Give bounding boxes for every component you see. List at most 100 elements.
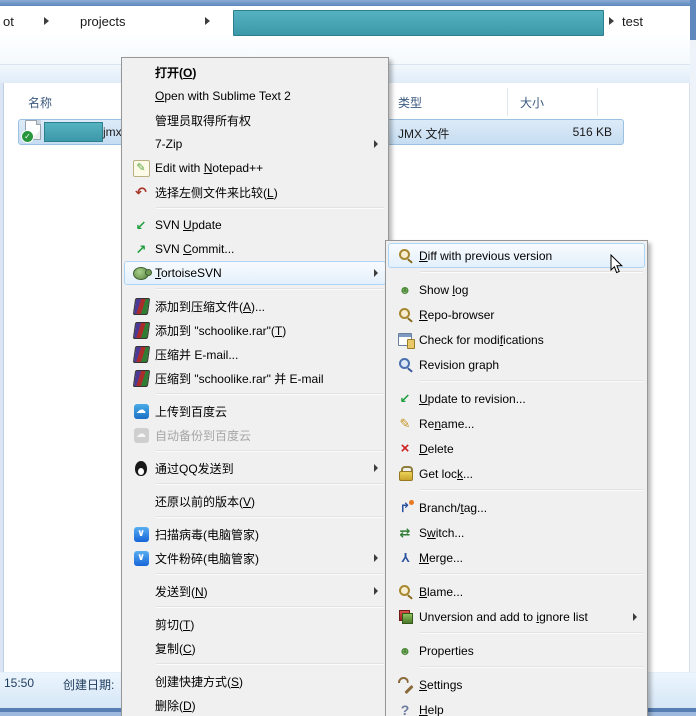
submenu-item-help[interactable]: ? Help: [388, 697, 645, 716]
submenu-item-branch-tag[interactable]: ↱ Branch/tag...: [388, 495, 645, 520]
menu-item-copy[interactable]: 复制(C): [124, 636, 386, 660]
menu-item-svn-commit[interactable]: ↗ SVN Commit...: [124, 237, 386, 261]
menu-item-label: 创建快捷方式(S): [155, 674, 244, 689]
submenu-item-settings[interactable]: Settings: [388, 672, 645, 697]
menu-item-label: Edit with Notepad++: [155, 161, 264, 175]
column-header-size[interactable]: 大小: [520, 94, 544, 111]
menu-item-7zip[interactable]: 7-Zip: [124, 132, 386, 156]
menu-separator: [420, 489, 643, 491]
submenu-item-unversion-and-ignore[interactable]: Unversion and add to ignore list: [388, 604, 645, 629]
merge-icon: Y: [400, 550, 410, 565]
address-bar[interactable]: ot projects test: [0, 6, 690, 36]
menu-item-upload-to-baidu-cloud[interactable]: ☁ 上传到百度云: [124, 399, 386, 423]
breadcrumb-arrow-icon[interactable]: [609, 17, 614, 25]
menu-item-compare-left[interactable]: ↶ 选择左侧文件来比较(L): [124, 180, 386, 204]
column-header-name[interactable]: 名称: [28, 94, 52, 111]
menu-item-tortoisesvn[interactable]: TortoiseSVN: [124, 261, 386, 285]
menu-item-label: Merge...: [419, 550, 464, 565]
menu-separator: [156, 606, 384, 608]
submenu-item-blame[interactable]: Blame...: [388, 579, 645, 604]
breadcrumb-root-partial[interactable]: ot: [3, 6, 14, 36]
submenu-item-merge[interactable]: Y Merge...: [388, 545, 645, 570]
submenu-item-properties[interactable]: ☻ Properties: [388, 638, 645, 663]
submenu-item-show-log[interactable]: ☻ Show log: [388, 277, 645, 302]
help-icon: ?: [400, 701, 410, 716]
submenu-arrow-icon: [374, 269, 378, 277]
qq-icon: [135, 460, 147, 476]
menu-item-edit-with-notepadpp[interactable]: ✎ Edit with Notepad++: [124, 156, 386, 180]
submenu-arrow-icon: [374, 140, 378, 148]
breadcrumb-arrow-icon[interactable]: [44, 17, 49, 25]
submenu-item-update-to-revision[interactable]: ↙ Update to revision...: [388, 386, 645, 411]
menu-icon-gutter: [127, 345, 155, 363]
menu-icon-gutter: [127, 321, 155, 339]
menu-separator: [156, 573, 384, 575]
menu-item-label: Blame...: [419, 584, 464, 599]
menu-item-label: 压缩并 E-mail...: [155, 347, 239, 362]
unversion-icon: [398, 609, 413, 624]
mouse-cursor: [610, 254, 624, 274]
explorer-window: ot projects test 名称 类型 大小 jmx JMX 文件 516…: [0, 0, 696, 716]
breadcrumb-arrow-icon[interactable]: [205, 17, 210, 25]
submenu-item-check-for-modifications[interactable]: Check for modifications: [388, 327, 645, 352]
breadcrumb-redacted-folder[interactable]: [233, 10, 604, 36]
submenu-arrow-icon: [374, 554, 378, 562]
submenu-arrow-icon: [374, 464, 378, 472]
scrollbar-track[interactable]: [689, 40, 696, 708]
breadcrumb-projects[interactable]: projects: [80, 6, 126, 36]
submenu-item-get-lock[interactable]: Get lock...: [388, 461, 645, 486]
menu-item-scan-virus-pc-manager[interactable]: ∨ 扫描病毒(电脑管家): [124, 522, 386, 546]
menu-item-label: Update to revision...: [419, 391, 526, 406]
menu-item-create-shortcut[interactable]: 创建快捷方式(S): [124, 669, 386, 693]
menu-separator: [156, 207, 384, 209]
menu-item-compress-and-email[interactable]: 压缩并 E-mail...: [124, 342, 386, 366]
menu-icon-gutter: ⇄: [391, 524, 419, 541]
menu-item-send-via-qq[interactable]: 通过QQ发送到: [124, 456, 386, 480]
menu-icon-gutter: [391, 583, 419, 600]
delete-icon: ×: [400, 440, 410, 457]
menu-separator: [156, 393, 384, 395]
submenu-item-switch[interactable]: ⇄ Switch...: [388, 520, 645, 545]
column-divider[interactable]: [597, 88, 598, 116]
menu-icon-gutter: ☻: [391, 642, 419, 659]
menu-item-label: Rename...: [419, 416, 475, 431]
pc-manager-icon: ∨: [133, 526, 149, 542]
submenu-item-diff-with-previous-version[interactable]: Diff with previous version: [388, 243, 645, 268]
breadcrumb-test[interactable]: test: [622, 6, 643, 36]
menu-item-label: TortoiseSVN: [155, 266, 222, 280]
menu-icon-gutter: ↗: [127, 241, 155, 258]
menu-icon-gutter: [127, 266, 155, 280]
menu-item-delete[interactable]: 删除(D): [124, 693, 386, 716]
menu-item-svn-update[interactable]: ↙ SVN Update: [124, 213, 386, 237]
column-divider[interactable]: [507, 88, 508, 116]
submenu-item-rename[interactable]: ✎ Rename...: [388, 411, 645, 436]
menu-item-label: 选择左侧文件来比较(L): [155, 185, 278, 200]
menu-item-label: Properties: [419, 643, 474, 658]
menu-item-label: 还原以前的版本(V): [155, 494, 256, 509]
column-header-type[interactable]: 类型: [398, 94, 422, 111]
menu-item-send-to[interactable]: 发送到(N): [124, 579, 386, 603]
menu-separator: [156, 288, 384, 290]
menu-item-add-to-archive[interactable]: 添加到压缩文件(A)...: [124, 294, 386, 318]
menu-item-open[interactable]: 打开(O): [124, 60, 386, 84]
menu-item-take-ownership[interactable]: 管理员取得所有权: [124, 108, 386, 132]
menu-item-open-with-sublime[interactable]: Open with Sublime Text 2: [124, 84, 386, 108]
submenu-item-repo-browser[interactable]: Repo-browser: [388, 302, 645, 327]
submenu-item-delete[interactable]: × Delete: [388, 436, 645, 461]
revision-graph-icon: [397, 356, 414, 373]
menu-item-label: Check for modifications: [419, 332, 544, 347]
menu-icon-gutter: ∨: [127, 550, 155, 566]
menu-item-cut[interactable]: 剪切(T): [124, 612, 386, 636]
menu-item-restore-previous-versions[interactable]: 还原以前的版本(V): [124, 489, 386, 513]
menu-item-label: Repo-browser: [419, 307, 495, 322]
submenu-item-revision-graph[interactable]: Revision graph: [388, 352, 645, 377]
update-revision-icon: ↙: [399, 391, 411, 406]
diff-icon: [397, 247, 414, 264]
jmx-file-icon: [21, 120, 41, 143]
menu-separator: [156, 450, 384, 452]
menu-item-shred-file-pc-manager[interactable]: ∨ 文件粉碎(电脑管家): [124, 546, 386, 570]
menu-item-add-to-schoolike-rar[interactable]: 添加到 "schoolike.rar"(T): [124, 318, 386, 342]
menu-icon-gutter: [391, 356, 419, 373]
menu-item-compress-to-rar-and-email[interactable]: 压缩到 "schoolike.rar" 并 E-mail: [124, 366, 386, 390]
menu-item-label: 管理员取得所有权: [155, 113, 252, 128]
